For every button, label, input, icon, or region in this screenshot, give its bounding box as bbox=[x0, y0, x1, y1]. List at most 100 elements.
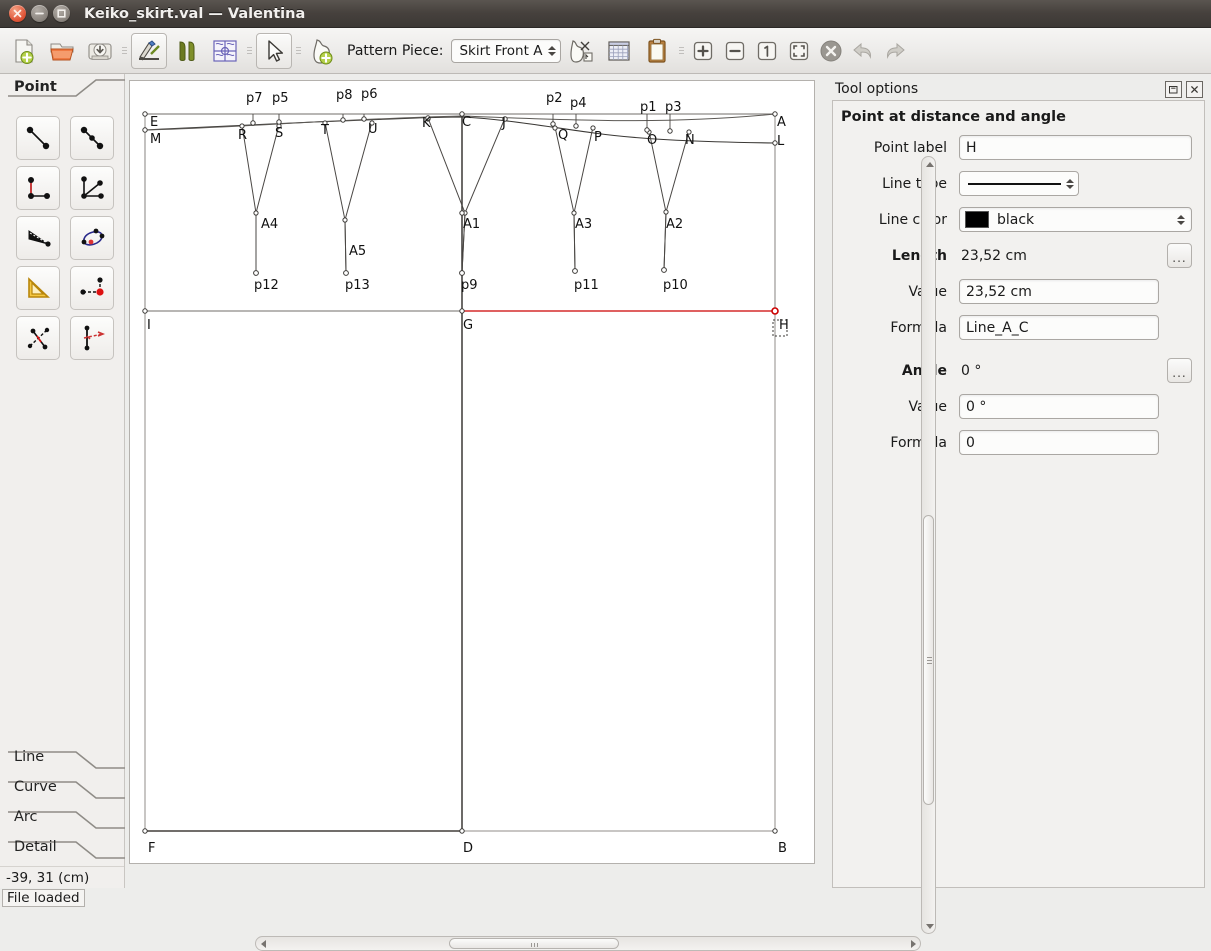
new-pattern-icon[interactable] bbox=[6, 33, 42, 69]
scroll-right-arrow-icon[interactable] bbox=[906, 937, 920, 950]
pattern-point[interactable] bbox=[362, 117, 366, 121]
pattern-label-D[interactable]: D bbox=[463, 841, 473, 856]
length-formula-wizard-button[interactable]: ... bbox=[1167, 243, 1192, 268]
save-pattern-icon[interactable] bbox=[82, 33, 118, 69]
measurements-table-icon[interactable] bbox=[601, 33, 637, 69]
line-color-select[interactable]: black bbox=[959, 207, 1192, 232]
dart-apex-point[interactable] bbox=[572, 211, 576, 215]
pattern-point[interactable] bbox=[551, 122, 555, 126]
pattern-point[interactable] bbox=[251, 121, 255, 125]
pattern-label-p13[interactable]: p13 bbox=[345, 278, 370, 293]
pattern-point[interactable] bbox=[574, 124, 578, 128]
pattern-drawing[interactable]: EMp7p5RSp8p6TUKCJp2p4QPp1p3ONALA4A5A1A3A… bbox=[130, 81, 814, 863]
pattern-label-A1[interactable]: A1 bbox=[463, 217, 480, 232]
sidebar-item-arc[interactable]: Arc bbox=[0, 804, 124, 834]
pattern-canvas[interactable]: EMp7p5RSp8p6TUKCJp2p4QPp1p3ONALA4A5A1A3A… bbox=[129, 80, 815, 864]
point-along-perpendicular-tool[interactable] bbox=[16, 166, 60, 210]
pattern-label-C[interactable]: C bbox=[462, 115, 471, 130]
point-intersect-line-axis-tool[interactable] bbox=[16, 216, 60, 260]
canvas-horizontal-scrollbar[interactable] bbox=[255, 936, 921, 951]
point-at-bisector-angle-tool[interactable] bbox=[70, 166, 114, 210]
pattern-point[interactable] bbox=[460, 309, 464, 313]
layout-mode-icon[interactable] bbox=[207, 33, 243, 69]
pattern-label-A5[interactable]: A5 bbox=[349, 244, 366, 259]
pattern-label-O[interactable]: O bbox=[647, 133, 657, 148]
pattern-label-p9[interactable]: p9 bbox=[461, 278, 478, 293]
pattern-point[interactable] bbox=[773, 829, 777, 833]
pattern-label-J[interactable]: J bbox=[501, 116, 506, 131]
zoom-fit-best-icon[interactable] bbox=[784, 36, 814, 66]
pattern-label-M[interactable]: M bbox=[150, 132, 161, 147]
pattern-label-K[interactable]: K bbox=[422, 116, 431, 131]
pattern-point[interactable] bbox=[645, 128, 649, 132]
dart-tip-point[interactable] bbox=[460, 271, 465, 276]
point-intersect-arc-line-tool[interactable] bbox=[16, 316, 60, 360]
pattern-canvas-area[interactable]: EMp7p5RSp8p6TUKCJp2p4QPp1p3ONALA4A5A1A3A… bbox=[125, 74, 830, 888]
stop-tool-icon[interactable] bbox=[816, 36, 846, 66]
point-of-contact-tool[interactable] bbox=[70, 266, 114, 310]
pattern-label-p6[interactable]: p6 bbox=[361, 87, 378, 102]
pattern-point[interactable] bbox=[143, 128, 147, 132]
open-pattern-icon[interactable] bbox=[44, 33, 80, 69]
angle-formula-input[interactable]: 0 bbox=[959, 430, 1159, 455]
pattern-piece-select[interactable]: Skirt Front A bbox=[451, 39, 561, 63]
dart-tip-point[interactable] bbox=[573, 269, 578, 274]
angle-formula-wizard-button[interactable]: ... bbox=[1167, 358, 1192, 383]
selected-point-H[interactable] bbox=[772, 308, 778, 314]
zoom-in-icon[interactable] bbox=[688, 36, 718, 66]
pattern-label-p10[interactable]: p10 bbox=[663, 278, 688, 293]
dart-tip-point[interactable] bbox=[254, 271, 259, 276]
chevron-updown-icon[interactable] bbox=[548, 46, 556, 56]
pattern-label-A4[interactable]: A4 bbox=[261, 217, 278, 232]
pattern-label-N[interactable]: N bbox=[685, 133, 695, 148]
pattern-label-R[interactable]: R bbox=[238, 128, 247, 143]
dart-apex-point[interactable] bbox=[343, 218, 347, 222]
float-icon[interactable] bbox=[1165, 81, 1182, 98]
minimize-button[interactable] bbox=[31, 5, 48, 22]
dart-apex-point[interactable] bbox=[664, 210, 668, 214]
dart-tip-point[interactable] bbox=[662, 268, 667, 273]
zoom-original-icon[interactable] bbox=[752, 36, 782, 66]
scroll-left-arrow-icon[interactable] bbox=[256, 937, 270, 950]
pattern-point[interactable] bbox=[143, 309, 147, 313]
sidebar-item-line[interactable]: Line bbox=[0, 744, 124, 774]
pattern-point[interactable] bbox=[668, 129, 672, 133]
point-on-curve-tool[interactable] bbox=[70, 216, 114, 260]
pattern-label-A3[interactable]: A3 bbox=[575, 217, 592, 232]
horizontal-scroll-thumb[interactable] bbox=[449, 938, 619, 949]
line-type-select[interactable] bbox=[959, 171, 1079, 196]
scroll-up-arrow-icon[interactable] bbox=[922, 157, 937, 171]
special-point-on-shoulder-tool[interactable] bbox=[16, 266, 60, 310]
pattern-label-p3[interactable]: p3 bbox=[665, 100, 682, 115]
sidebar-item-detail[interactable]: Detail bbox=[0, 834, 124, 864]
pattern-label-P[interactable]: P bbox=[594, 130, 602, 145]
point-along-line-tool[interactable] bbox=[70, 116, 114, 160]
pattern-point[interactable] bbox=[460, 829, 464, 833]
redo-icon[interactable] bbox=[880, 36, 910, 66]
undo-icon[interactable] bbox=[848, 36, 878, 66]
sidebar-item-curve[interactable]: Curve bbox=[0, 774, 124, 804]
pattern-label-p12[interactable]: p12 bbox=[254, 278, 279, 293]
pattern-label-p8[interactable]: p8 bbox=[336, 88, 353, 103]
pointer-tool-icon[interactable] bbox=[256, 33, 292, 69]
angle-value-input[interactable]: 0 ° bbox=[959, 394, 1159, 419]
length-value-input[interactable]: 23,52 cm bbox=[959, 279, 1159, 304]
pattern-label-E[interactable]: E bbox=[150, 115, 158, 130]
dart-tip-point[interactable] bbox=[344, 271, 349, 276]
maximize-button[interactable] bbox=[53, 5, 70, 22]
dart-apex-point[interactable] bbox=[254, 211, 258, 215]
pattern-label-p1[interactable]: p1 bbox=[640, 100, 657, 115]
pattern-label-A2[interactable]: A2 bbox=[666, 217, 683, 232]
new-pattern-piece-icon[interactable] bbox=[305, 33, 341, 69]
pattern-label-L[interactable]: L bbox=[777, 134, 785, 149]
pattern-label-H[interactable]: H bbox=[779, 318, 789, 333]
close-icon[interactable] bbox=[1186, 81, 1203, 98]
chevron-updown-icon[interactable] bbox=[1066, 179, 1074, 189]
pattern-point[interactable] bbox=[341, 118, 345, 122]
pattern-label-p2[interactable]: p2 bbox=[546, 91, 563, 106]
pattern-label-p11[interactable]: p11 bbox=[574, 278, 599, 293]
pattern-point[interactable] bbox=[143, 112, 147, 116]
pattern-point[interactable] bbox=[143, 829, 147, 833]
details-mode-icon[interactable] bbox=[169, 33, 205, 69]
pattern-label-A[interactable]: A bbox=[777, 115, 786, 130]
